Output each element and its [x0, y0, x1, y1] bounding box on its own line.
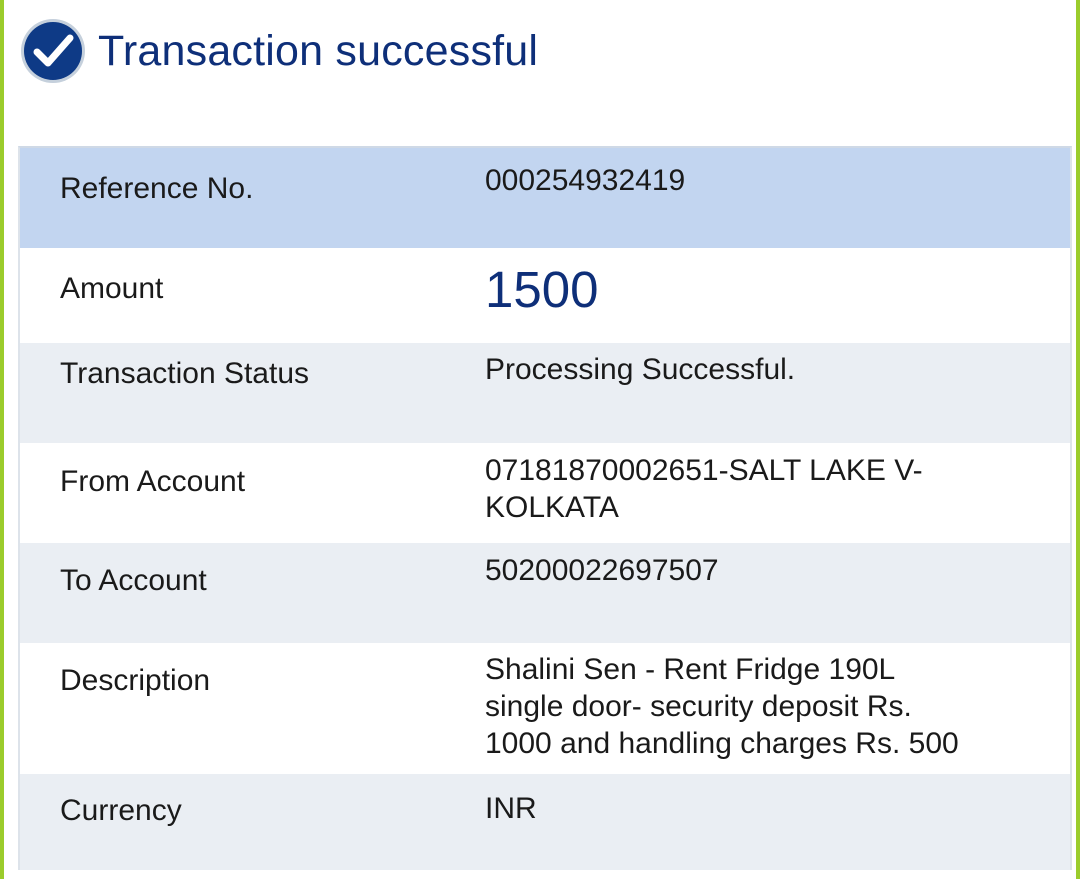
status-value: Processing Successful.	[485, 353, 796, 386]
from-account-row: From Account 07181870002651-SALT LAKE V-…	[20, 443, 1070, 543]
status-label: Transaction Status	[60, 357, 310, 390]
page-title: Transaction successful	[98, 26, 539, 75]
amount-row: Amount 1500	[20, 248, 1070, 343]
currency-value: INR	[485, 792, 537, 825]
description-row: Description Shalini Sen - Rent Fridge 19…	[20, 643, 1070, 774]
currency-label: Currency	[60, 794, 182, 827]
to-account-row: To Account 50200022697507	[20, 543, 1070, 643]
description-value-line: single door- security deposit Rs.	[485, 690, 912, 723]
check-circle-icon	[21, 19, 85, 83]
status-row: Transaction Status Processing Successful…	[20, 343, 1070, 443]
amount-value: 1500	[485, 261, 599, 318]
transaction-header: Transaction successful	[20, 18, 538, 84]
description-value-line: Shalini Sen - Rent Fridge 190L	[485, 653, 896, 686]
from-account-value-line: 07181870002651-SALT LAKE V-	[485, 454, 923, 487]
description-value: Shalini Sen - Rent Fridge 190L single do…	[485, 651, 1025, 762]
description-label: Description	[60, 664, 211, 697]
from-account-value: 07181870002651-SALT LAKE V- KOLKATA	[485, 452, 1025, 526]
reference-value: 000254932419	[485, 164, 686, 197]
to-account-label: To Account	[60, 564, 207, 597]
transaction-details-table: Reference No. 000254932419 Amount 1500 T…	[18, 146, 1072, 870]
to-account-value: 50200022697507	[485, 554, 719, 587]
currency-row: Currency INR	[20, 774, 1070, 870]
reference-label: Reference No.	[60, 172, 254, 205]
reference-row: Reference No. 000254932419	[20, 148, 1070, 248]
from-account-label: From Account	[60, 465, 246, 498]
description-value-line: 1000 and handling charges Rs. 500	[485, 727, 959, 760]
screen-frame: Transaction successful Reference No. 000…	[0, 0, 1080, 879]
from-account-value-line: KOLKATA	[485, 491, 619, 524]
amount-label: Amount	[60, 272, 164, 305]
